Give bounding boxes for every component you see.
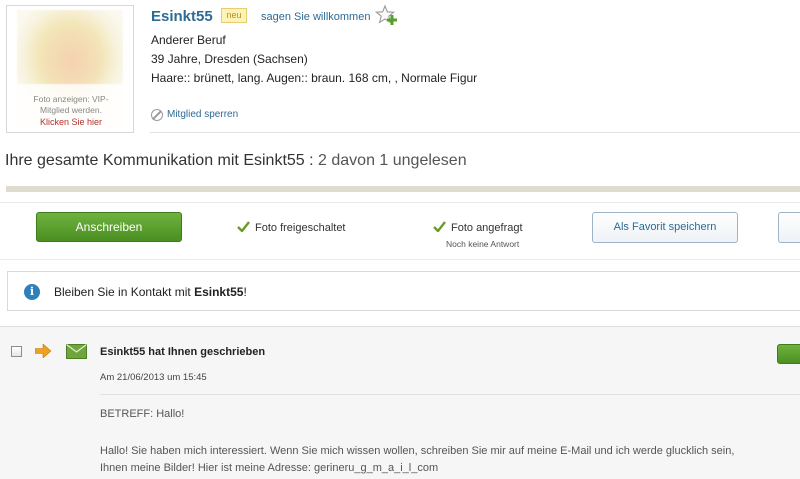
greet-link[interactable]: sagen Sie willkommen xyxy=(261,11,370,23)
message-subject: BETREFF: Hallo! xyxy=(100,408,185,420)
divider xyxy=(150,132,800,133)
envelope-icon xyxy=(66,344,87,359)
message-select-checkbox[interactable] xyxy=(11,346,22,357)
message-body-line: Ihnen meine Bilder! Hier ist meine Adres… xyxy=(100,462,439,474)
communication-count: 2 davon 1 ungelesen xyxy=(318,152,467,169)
arrow-right-icon xyxy=(35,344,51,358)
block-icon xyxy=(151,109,163,121)
appearance: Haare:: brünett, lang. Augen:: braun. 16… xyxy=(151,71,478,85)
message-body-line: Hallo! Sie haben mich interessiert. Wenn… xyxy=(100,445,735,457)
new-badge: neu xyxy=(221,8,247,23)
add-favorite-star-icon[interactable] xyxy=(375,4,399,28)
age-location: 39 Jahre, Dresden (Sachsen) xyxy=(151,52,308,66)
divider xyxy=(0,259,800,260)
profile-photo[interactable]: Foto anzeigen: VIP-Mitglied werden. Klic… xyxy=(6,5,134,133)
stay-in-contact-notice: i Bleiben Sie in Kontakt mit Esinkt55! xyxy=(7,271,800,311)
photo-requested-note: Noch keine Antwort xyxy=(446,239,520,249)
notice-text: Bleiben Sie in Kontakt mit Esinkt55! xyxy=(54,285,247,299)
profile-username[interactable]: Esinkt55 xyxy=(151,8,213,25)
block-member-label: Mitglied sperren xyxy=(167,109,239,120)
check-icon xyxy=(433,221,446,232)
communication-heading: Ihre gesamte Kommunikation mit Esinkt55 … xyxy=(5,152,467,170)
photo-click-link[interactable]: Klicken Sie hier xyxy=(19,117,123,127)
save-favorite-button[interactable]: Als Favorit speichern xyxy=(592,212,738,243)
communication-title: Ihre gesamte Kommunikation mit Esinkt55 … xyxy=(5,152,314,169)
photo-released-status: Foto freigeschaltet xyxy=(255,222,346,234)
message-body: Hallo! Sie haben mich interessiert. Wenn… xyxy=(100,443,800,477)
reply-button[interactable] xyxy=(777,344,800,364)
photo-requested-status: Foto angefragt xyxy=(451,222,523,234)
divider xyxy=(0,202,800,203)
message-date: Am 21/06/2013 um 15:45 xyxy=(100,372,207,383)
photo-vip-note: Foto anzeigen: VIP-Mitglied werden. xyxy=(33,94,109,115)
notice-username: Esinkt55 xyxy=(194,285,244,299)
occupation: Anderer Beruf xyxy=(151,33,226,47)
check-icon xyxy=(237,221,250,232)
info-icon: i xyxy=(24,284,40,300)
divider xyxy=(100,394,800,395)
more-action-button[interactable] xyxy=(778,212,800,243)
message-title[interactable]: Esinkt55 hat Ihnen geschrieben xyxy=(100,346,265,358)
section-band xyxy=(6,186,800,192)
write-message-button[interactable]: Anschreiben xyxy=(36,212,182,242)
